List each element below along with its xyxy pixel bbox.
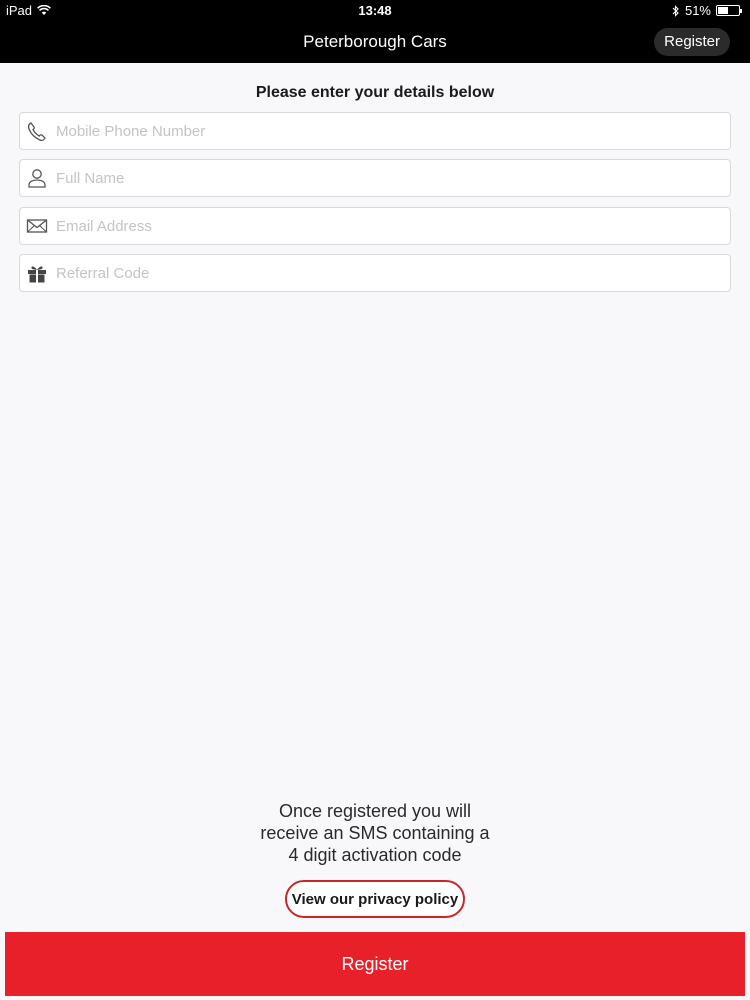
battery-icon — [716, 5, 742, 16]
info-line: 4 digit activation code — [288, 845, 462, 865]
phone-icon — [27, 122, 46, 142]
email-input[interactable] — [56, 208, 716, 244]
nav-register-button[interactable]: Register — [654, 28, 730, 56]
referral-code-field[interactable] — [19, 254, 731, 292]
referral-code-input[interactable] — [56, 255, 716, 291]
full-name-field[interactable] — [19, 159, 731, 197]
envelope-icon — [26, 219, 48, 233]
privacy-policy-button[interactable]: View our privacy policy — [285, 880, 465, 918]
sms-info-text: Once registered you will receive an SMS … — [0, 800, 750, 866]
form-heading: Please enter your details below — [255, 84, 495, 101]
user-icon — [28, 169, 46, 188]
info-line: Once registered you will — [278, 801, 472, 821]
mobile-phone-input[interactable] — [56, 113, 716, 149]
register-screen: iPad 13:48 51% Peterborough Cars Registe… — [0, 0, 750, 1000]
nav-title: Peterborough Cars — [303, 32, 447, 51]
full-name-input[interactable] — [56, 160, 716, 196]
nav-bar: Peterborough Cars Register — [0, 22, 750, 63]
status-time: 13:48 — [358, 3, 392, 18]
bluetooth-icon — [672, 4, 679, 17]
register-button[interactable]: Register — [5, 932, 745, 996]
battery-fill — [718, 7, 729, 14]
gift-icon — [28, 266, 46, 283]
status-right: 51% — [672, 3, 742, 18]
battery-percent: 51% — [684, 3, 711, 18]
info-line: receive an SMS containing a — [260, 823, 490, 843]
email-field[interactable] — [19, 207, 731, 245]
status-bar: iPad 13:48 51% — [0, 0, 750, 22]
mobile-phone-field[interactable] — [19, 112, 731, 150]
